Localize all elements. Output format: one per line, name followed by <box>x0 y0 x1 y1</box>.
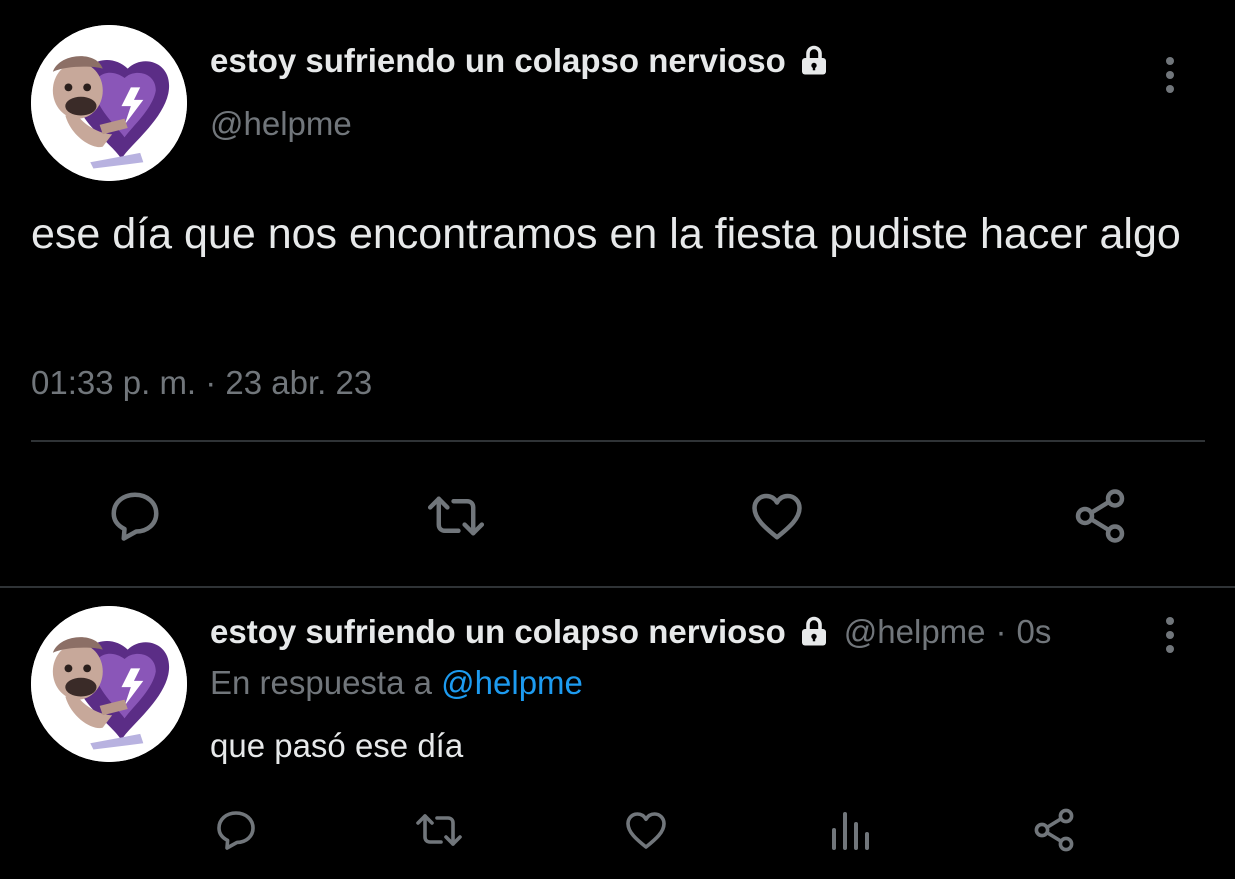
lock-icon <box>796 614 832 650</box>
avatar[interactable] <box>31 606 187 762</box>
tweet-timestamp[interactable]: 01:33 p. m. · 23 abr. 23 <box>31 364 372 402</box>
display-name[interactable]: estoy sufriendo un colapso nervioso <box>210 42 786 80</box>
main-tweet: estoy sufriendo un colapso nervioso @hel… <box>0 0 1235 585</box>
avatar-illustration <box>31 606 187 762</box>
share-icon[interactable] <box>1030 806 1078 854</box>
divider <box>31 440 1205 442</box>
avatar-illustration <box>31 25 187 181</box>
replying-to-handle-link[interactable]: @helpme <box>441 664 583 701</box>
display-name[interactable]: estoy sufriendo un colapso nervioso <box>210 613 786 651</box>
retweet-icon[interactable] <box>413 806 465 854</box>
section-divider <box>0 586 1235 588</box>
user-handle[interactable]: @helpme <box>210 105 352 143</box>
avatar[interactable] <box>31 25 187 181</box>
reply-icon[interactable] <box>105 486 165 546</box>
share-icon[interactable] <box>1070 486 1130 546</box>
separator-dot: · <box>995 613 1007 650</box>
heart-icon[interactable] <box>622 806 670 854</box>
tweet-time[interactable]: 0s <box>1017 613 1052 651</box>
tweet-detail-page: estoy sufriendo un colapso nervioso @hel… <box>0 0 1235 879</box>
views-icon[interactable] <box>828 806 872 854</box>
user-handle[interactable]: @helpme <box>844 613 986 651</box>
replying-to-label: En respuesta a <box>210 664 432 701</box>
tweet-text: ese día que nos encontramos en la fiesta… <box>31 210 1181 258</box>
more-vertical-icon[interactable] <box>1163 55 1177 95</box>
heart-icon[interactable] <box>747 486 807 546</box>
tweet-text: que pasó ese día <box>210 727 464 764</box>
more-vertical-icon[interactable] <box>1163 615 1177 655</box>
reply-header: estoy sufriendo un colapso nervioso @hel… <box>210 613 1051 651</box>
lock-icon <box>796 43 832 79</box>
reply-icon[interactable] <box>212 806 260 854</box>
retweet-icon[interactable] <box>424 486 488 546</box>
display-name-row: estoy sufriendo un colapso nervioso <box>210 42 832 80</box>
replying-to: En respuesta a @helpme <box>210 664 583 702</box>
